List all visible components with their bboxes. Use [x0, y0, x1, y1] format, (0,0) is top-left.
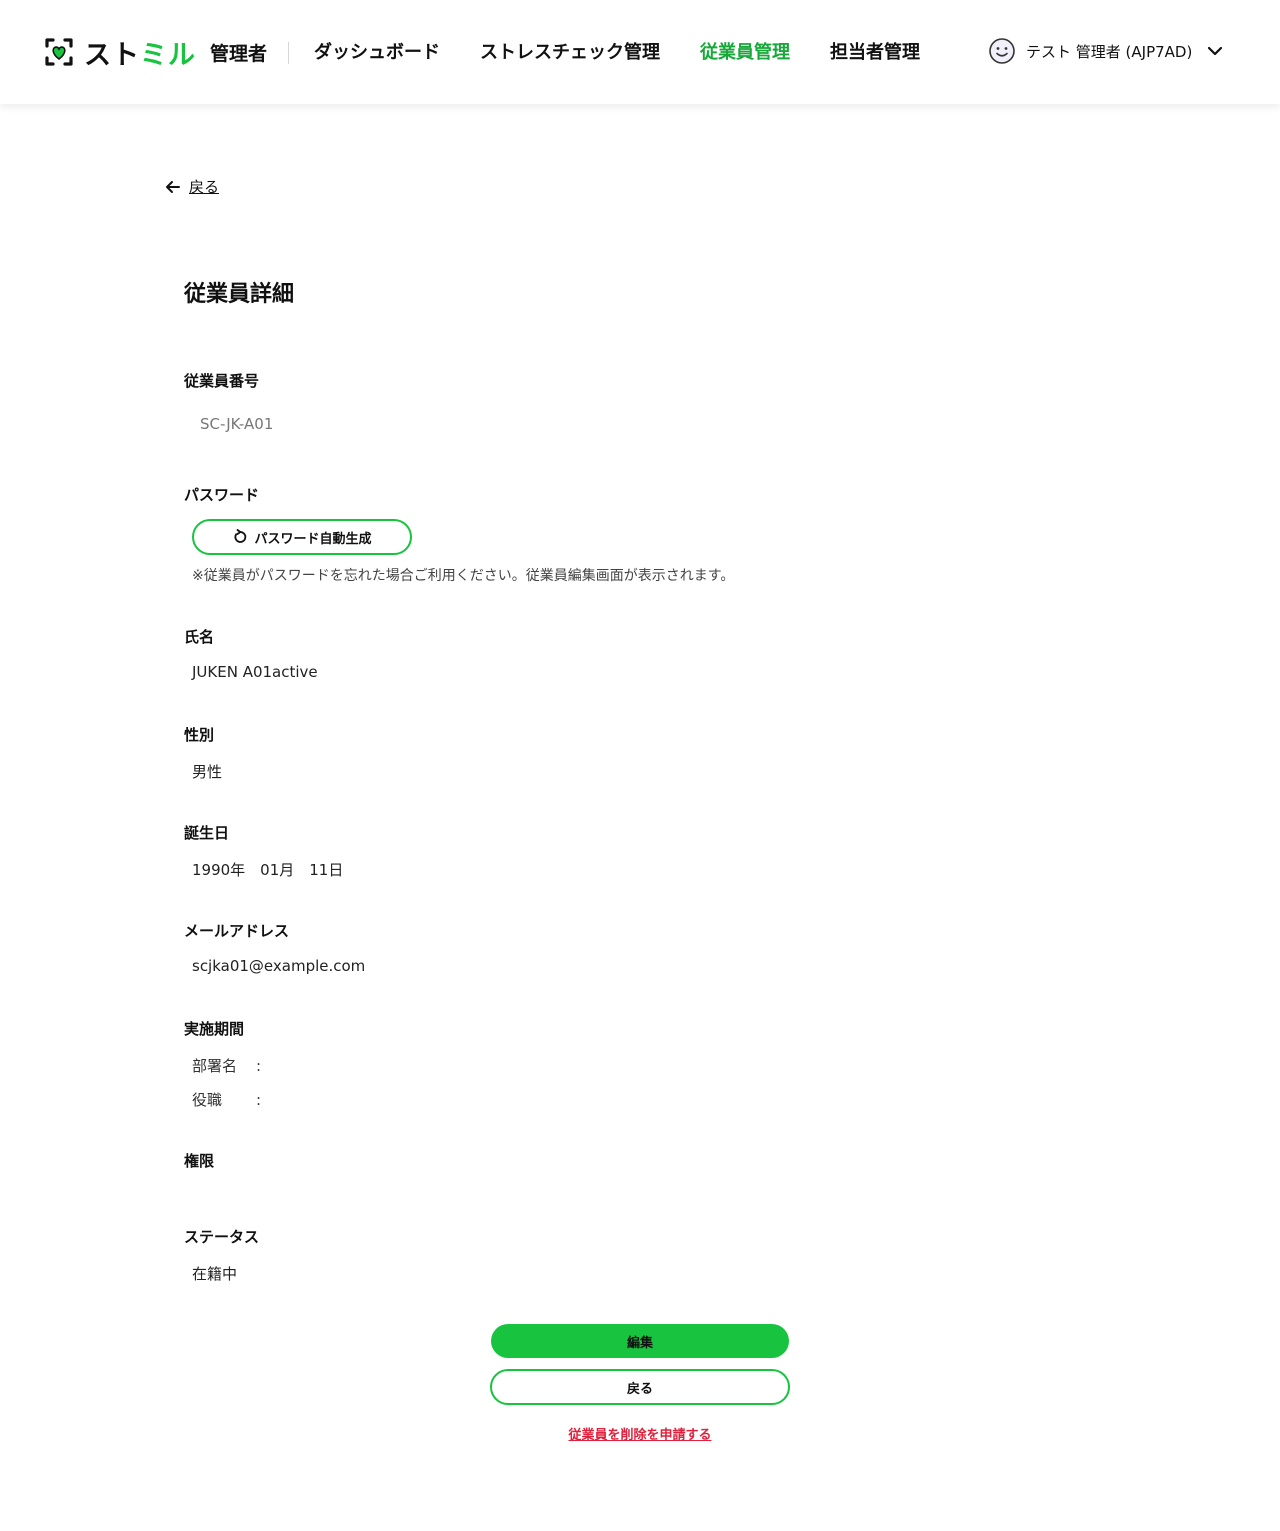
nav-employees[interactable]: 従業員管理: [700, 40, 790, 66]
position-row: 役職:: [192, 1089, 261, 1110]
name-label: 氏名: [184, 628, 215, 646]
generate-password-button[interactable]: パスワード自動生成: [192, 519, 412, 555]
back-link[interactable]: 戻る: [163, 176, 219, 197]
delete-request-container: 従業員を削除を申請する: [0, 1424, 1280, 1443]
period-label: 実施期間: [184, 1020, 245, 1038]
back-link-label[interactable]: 戻る: [189, 176, 219, 197]
password-label: パスワード: [184, 486, 260, 504]
department-separator: :: [256, 1057, 262, 1075]
name-value: JUKEN A01active: [192, 663, 318, 681]
gender-label: 性別: [184, 726, 215, 744]
page-title: 従業員詳細: [184, 282, 295, 307]
email-value: scjka01@example.com: [192, 957, 366, 975]
generate-password-label: パスワード自動生成: [254, 531, 372, 547]
birthday-label: 誕生日: [184, 824, 230, 842]
user-name: テスト 管理者 (AJP7AD): [1026, 42, 1193, 61]
delete-request-link[interactable]: 従業員を削除を申請する: [568, 1428, 711, 1443]
position-separator: :: [256, 1091, 262, 1109]
nav-stress-check[interactable]: ストレスチェック管理: [480, 40, 660, 66]
status-value: 在籍中: [192, 1265, 238, 1283]
chevron-down-icon[interactable]: [1206, 42, 1224, 60]
birthday-value: 1990年 01月 11日: [192, 861, 344, 879]
smiley-face-icon: [989, 38, 1015, 64]
user-menu[interactable]: テスト 管理者 (AJP7AD): [988, 37, 1224, 65]
password-note: ※従業員がパスワードを忘れた場合ご利用ください。従業員編集画面が表示されます。: [192, 568, 735, 584]
department-label: 部署名: [192, 1057, 238, 1075]
back-button-label: 戻る: [626, 1381, 653, 1397]
refresh-icon: [234, 529, 247, 543]
employee-number-label: 従業員番号: [184, 372, 260, 390]
permission-label: 権限: [184, 1152, 215, 1170]
status-label: ステータス: [184, 1228, 260, 1246]
arrow-left-icon: [166, 180, 180, 193]
gender-value: 男性: [192, 763, 223, 781]
nav-dashboard[interactable]: ダッシュボード: [314, 40, 440, 66]
back-button[interactable]: 戻る: [490, 1369, 790, 1405]
position-label: 役職: [192, 1091, 223, 1109]
email-label: メールアドレス: [184, 922, 290, 940]
edit-button-label: 編集: [626, 1335, 653, 1351]
header-divider: [288, 42, 289, 64]
heart-scan-icon: [45, 38, 73, 66]
logo-role-label: 管理者: [210, 42, 268, 65]
logo-text: ストミル: [84, 39, 196, 71]
top-header: ストミル 管理者 ダッシュボード ストレスチェック管理 従業員管理 担当者管理 …: [0, 0, 1280, 104]
nav-staff[interactable]: 担当者管理: [830, 40, 920, 66]
department-row: 部署名:: [192, 1055, 261, 1076]
app-logo[interactable]: ストミル 管理者: [44, 36, 268, 71]
employee-number-value: SC-JK-A01: [200, 415, 274, 433]
edit-button[interactable]: 編集: [491, 1324, 789, 1358]
